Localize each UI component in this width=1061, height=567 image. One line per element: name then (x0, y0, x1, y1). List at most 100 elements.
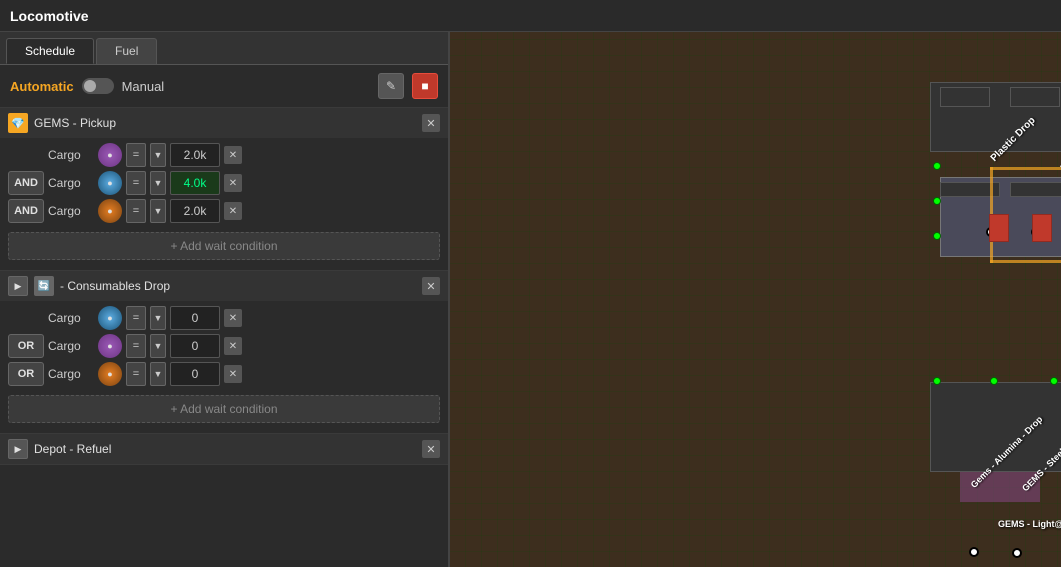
cargo-icon-purple: ● (98, 143, 122, 167)
and-btn[interactable]: AND (8, 171, 44, 195)
train-car (989, 214, 1009, 242)
manual-label: Manual (122, 79, 165, 94)
tabs-row: Schedule Fuel (0, 32, 448, 65)
cond-remove-btn[interactable]: ✕ (224, 365, 242, 383)
cond-remove-btn[interactable]: ✕ (224, 202, 242, 220)
or-btn-2[interactable]: OR (8, 362, 44, 386)
signal-dot (933, 377, 941, 385)
cond-remove-btn[interactable]: ✕ (224, 146, 242, 164)
signal-dot (990, 377, 998, 385)
title-bar: Locomotive (0, 0, 1061, 32)
cargo-label: Cargo (48, 204, 94, 218)
equals-op[interactable]: = (126, 306, 146, 330)
equals-op[interactable]: = (126, 334, 146, 358)
signal-dot (933, 232, 941, 240)
signal-dot (933, 197, 941, 205)
schedule-item-consumables-drop: ▶ 🔄 - Consumables Drop ✕ Cargo ● = ▼ 0 ✕ (0, 271, 448, 434)
tab-fuel[interactable]: Fuel (96, 38, 157, 64)
gems-pickup-conditions: Cargo ● = ▼ 2.0k ✕ AND Cargo ● = ▼ (0, 138, 448, 270)
schedule-item-depot-refuel: ▶ Depot - Refuel ✕ (0, 434, 448, 465)
cond-remove-btn[interactable]: ✕ (224, 174, 242, 192)
auto-label: Automatic (10, 79, 74, 94)
cargo-value[interactable]: 0 (170, 362, 220, 386)
map-building (1010, 182, 1061, 197)
cargo-label: Cargo (48, 367, 94, 381)
condition-row: Cargo ● = ▼ 0 ✕ (8, 306, 440, 330)
op-dropdown[interactable]: ▼ (150, 199, 166, 223)
consumables-icon: 🔄 (34, 276, 54, 296)
map-panel: Module Case Plastic Drop - Aluminium Dro… (450, 32, 1061, 567)
pencil-icon: ✎ (386, 79, 396, 93)
stop-button[interactable]: ■ (412, 73, 438, 99)
route-line (990, 167, 1061, 170)
op-dropdown[interactable]: ▼ (150, 334, 166, 358)
signal-dot (1050, 377, 1058, 385)
left-panel: Schedule Fuel Automatic Manual ✎ ■ 💎 (0, 32, 450, 567)
equals-op[interactable]: = (126, 171, 146, 195)
cargo-value[interactable]: 2.0k (170, 143, 220, 167)
op-dropdown[interactable]: ▼ (150, 171, 166, 195)
schedule-header-gems-pickup: 💎 GEMS - Pickup ✕ (0, 108, 448, 138)
condition-row: Cargo ● = ▼ 2.0k ✕ (8, 143, 440, 167)
cargo-value[interactable]: 0 (170, 334, 220, 358)
condition-row: AND Cargo ● = ▼ 4.0k ✕ (8, 171, 440, 195)
consumables-close[interactable]: ✕ (422, 277, 440, 295)
add-wait-condition-btn-1[interactable]: + Add wait condition (8, 232, 440, 260)
cargo-label: Cargo (48, 339, 94, 353)
schedule-scroll-area[interactable]: 💎 GEMS - Pickup ✕ Cargo ● = ▼ 2.0k ✕ (0, 108, 448, 567)
edit-button[interactable]: ✎ (378, 73, 404, 99)
cargo-icon-blue: ● (98, 171, 122, 195)
gems-pickup-title: GEMS - Pickup (34, 116, 416, 130)
cargo-value[interactable]: 0 (170, 306, 220, 330)
op-dropdown[interactable]: ▼ (150, 362, 166, 386)
cargo-icon-blue2: ● (98, 306, 122, 330)
mode-row: Automatic Manual ✎ ■ (0, 65, 448, 108)
train-car (1032, 214, 1052, 242)
cargo-label: Cargo (48, 176, 94, 190)
light-label: GEMS - Light@i (998, 519, 1061, 529)
add-wait-condition-btn-2[interactable]: + Add wait condition (8, 395, 440, 423)
equals-op[interactable]: = (126, 199, 146, 223)
condition-row: AND Cargo ● = ▼ 2.0k ✕ (8, 199, 440, 223)
gems-pickup-close[interactable]: ✕ (422, 114, 440, 132)
schedule-header-depot: ▶ Depot - Refuel ✕ (0, 434, 448, 464)
train-indicator (969, 547, 979, 557)
window-title: Locomotive (10, 8, 89, 24)
consumables-conditions: Cargo ● = ▼ 0 ✕ OR Cargo ● = ▼ 0 (0, 301, 448, 433)
signal-dot (933, 162, 941, 170)
cargo-icon-purple2: ● (98, 334, 122, 358)
map-canvas: Module Case Plastic Drop - Aluminium Dro… (450, 32, 1061, 567)
depot-close[interactable]: ✕ (422, 440, 440, 458)
stop-icon: ■ (421, 79, 428, 93)
cargo-label: Cargo (48, 311, 94, 325)
cargo-value[interactable]: 2.0k (170, 199, 220, 223)
play-btn-consumables[interactable]: ▶ (8, 276, 28, 296)
or-btn[interactable]: OR (8, 334, 44, 358)
consumables-title: - Consumables Drop (60, 279, 416, 293)
equals-op[interactable]: = (126, 362, 146, 386)
route-line (990, 260, 1061, 263)
map-building (940, 87, 990, 107)
condition-row: OR Cargo ● = ▼ 0 ✕ (8, 362, 440, 386)
map-building (1010, 87, 1060, 107)
map-building-bottom (930, 382, 1061, 472)
train-indicator (1012, 548, 1022, 558)
cargo-value[interactable]: 4.0k (170, 171, 220, 195)
depot-title: Depot - Refuel (34, 442, 416, 456)
cond-remove-btn[interactable]: ✕ (224, 337, 242, 355)
op-dropdown[interactable]: ▼ (150, 143, 166, 167)
mode-toggle[interactable] (82, 78, 114, 94)
schedule-header-consumables: ▶ 🔄 - Consumables Drop ✕ (0, 271, 448, 301)
and-btn[interactable]: AND (8, 199, 44, 223)
gems-pickup-icon: 💎 (8, 113, 28, 133)
op-dropdown[interactable]: ▼ (150, 306, 166, 330)
cargo-icon-yellow: ● (98, 199, 122, 223)
cargo-icon-yellow2: ● (98, 362, 122, 386)
equals-op[interactable]: = (126, 143, 146, 167)
cond-remove-btn[interactable]: ✕ (224, 309, 242, 327)
tab-schedule[interactable]: Schedule (6, 38, 94, 64)
schedule-item-gems-pickup: 💎 GEMS - Pickup ✕ Cargo ● = ▼ 2.0k ✕ (0, 108, 448, 271)
play-btn-depot[interactable]: ▶ (8, 439, 28, 459)
condition-row: OR Cargo ● = ▼ 0 ✕ (8, 334, 440, 358)
cargo-label: Cargo (48, 148, 94, 162)
